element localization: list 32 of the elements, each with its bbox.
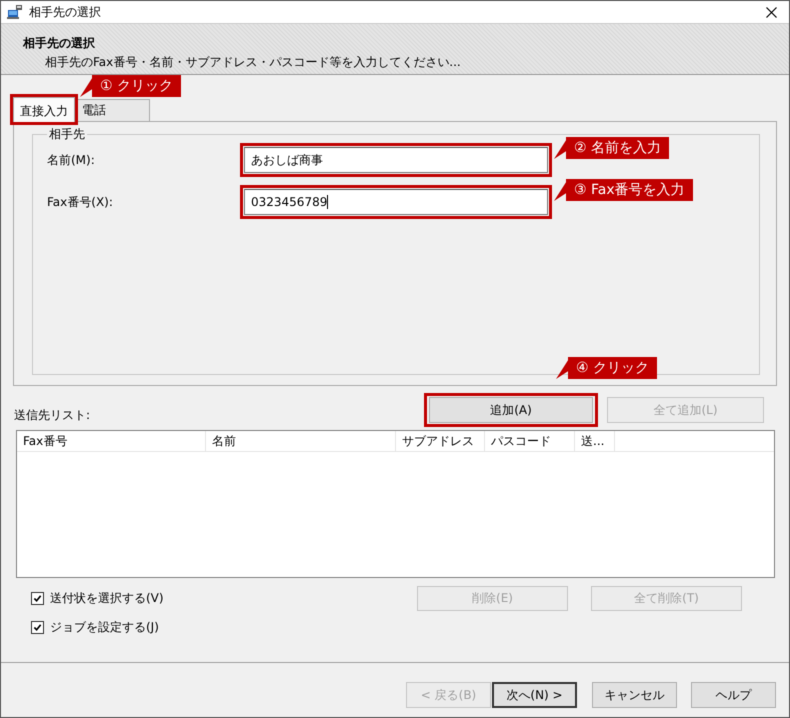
help-button[interactable]: ヘルプ — [691, 682, 776, 708]
highlight-frame — [10, 94, 78, 125]
header-title: 相手先の選択 — [23, 35, 96, 52]
callout-label: ④ クリック — [556, 357, 658, 379]
tab[interactable]: 電話 — [75, 99, 150, 121]
printer-computer-icon — [7, 4, 23, 20]
cancel-button[interactable]: キャンセル — [592, 682, 677, 708]
add-button[interactable]: 追加(A) — [429, 397, 593, 423]
next-button[interactable]: 次へ(N) > — [492, 682, 577, 708]
close-button[interactable] — [766, 6, 777, 18]
column-header[interactable]: パスコード — [485, 431, 575, 451]
field-label: Fax番号(X): — [47, 194, 114, 210]
callout-label: ② 名前を入力 — [554, 137, 670, 159]
checkbox[interactable] — [31, 621, 44, 634]
destination-list[interactable]: Fax番号 名前 サブアドレス パスコード 送... — [16, 430, 775, 578]
column-header[interactable]: サブアドレス — [396, 431, 485, 451]
callout-label: ③ Fax番号を入力 — [554, 179, 693, 201]
callout-label: ① クリック — [80, 75, 182, 97]
input-field[interactable]: あおしば商事 — [244, 147, 548, 173]
column-header[interactable]: Fax番号 — [17, 431, 206, 451]
group-title: 相手先 — [48, 126, 86, 143]
list-label: 送信先リスト: — [14, 407, 92, 424]
checkbox-label: 送付状を選択する(V) — [50, 590, 164, 607]
checkbox-label: ジョブを設定する(J) — [50, 619, 159, 636]
field-label: 名前(M): — [47, 152, 96, 168]
column-header[interactable]: 送... — [575, 431, 615, 451]
input-field[interactable]: 0323456789 — [244, 189, 548, 215]
tab[interactable]: 直接入力 — [13, 97, 75, 122]
header-subtitle: 相手先のFax番号・名前・サブアドレス・パスコード等を入力してください... — [44, 54, 462, 71]
column-header[interactable]: 名前 — [206, 431, 396, 451]
checkbox[interactable] — [31, 592, 44, 605]
window-title: 相手先の選択 — [29, 4, 102, 20]
